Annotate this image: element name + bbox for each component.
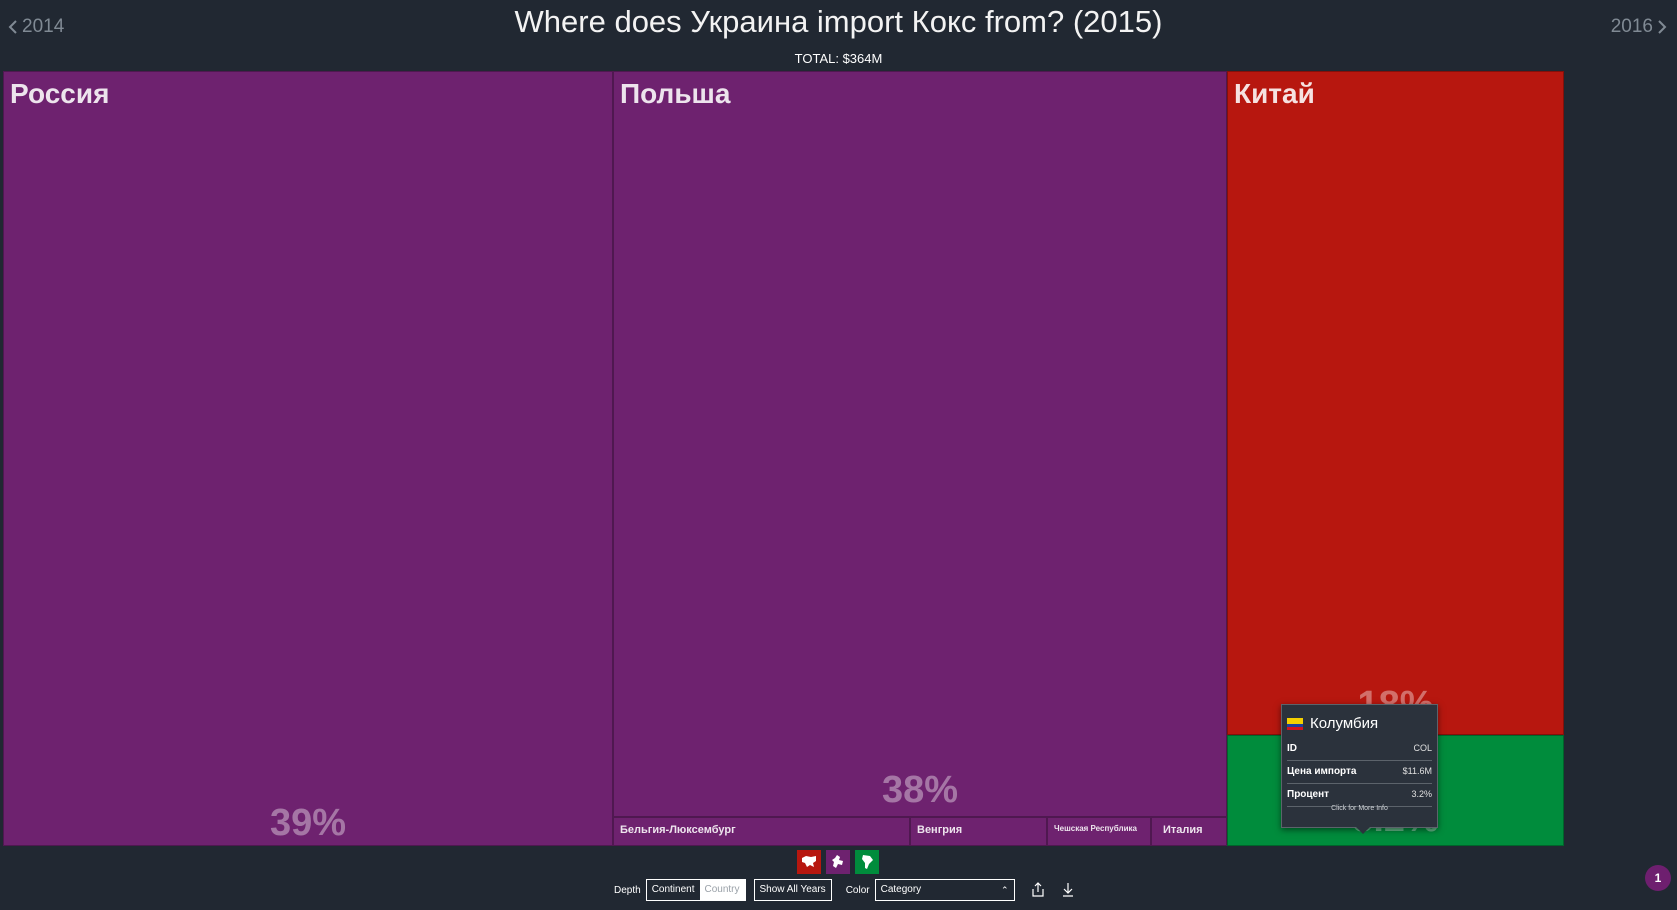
tile-percent: 39%	[269, 802, 347, 844]
tooltip: Колумбия ID COL Цена импорта $11.6M Проц…	[1281, 704, 1438, 834]
europe-icon[interactable]	[826, 850, 850, 874]
tooltip-value: 3.2%	[1411, 789, 1432, 799]
tile-label: Венгрия	[917, 824, 963, 836]
page-title: Where does Украина import Кокс from? (20…	[514, 4, 1163, 39]
tile-percent: 38%	[881, 769, 959, 811]
tile-label: Чешская Республика	[1054, 824, 1137, 833]
share-icon[interactable]	[1029, 881, 1047, 899]
tile-label: Польша	[620, 78, 731, 109]
notification-badge[interactable]: 1	[1645, 865, 1671, 891]
next-year-label: 2016	[1610, 16, 1653, 37]
show-all-years-button[interactable]: Show All Years	[753, 879, 832, 901]
south-america-icon[interactable]	[855, 850, 879, 874]
total-label: TOTAL: $364M	[794, 51, 883, 66]
tile-Бельгия-Люксембург[interactable]: Бельгия-Люксембург	[613, 817, 910, 846]
depth-toggle: Continent Country	[645, 879, 746, 901]
tile-Китай[interactable]: Китай18%	[1227, 71, 1564, 735]
tooltip-key: Цена импорта	[1287, 766, 1357, 777]
controls-bar: Depth Continent Country Show All Years C…	[614, 879, 1089, 901]
tile-label: Италия	[1163, 824, 1203, 836]
asia-icon[interactable]	[797, 850, 821, 874]
tile-Чешская Республика[interactable]: Чешская Республика	[1047, 817, 1151, 846]
tooltip-country: Колумбия	[1310, 715, 1379, 732]
tooltip-row-import-price: Цена импорта $11.6M	[1287, 761, 1432, 784]
tooltip-key: Процент	[1287, 789, 1330, 800]
chevron-up-icon: ⌃	[1001, 885, 1009, 895]
tile-Венгрия[interactable]: Венгрия	[910, 817, 1047, 846]
color-select[interactable]: Category ⌃	[874, 879, 1015, 901]
tile-Италия[interactable]: Италия	[1151, 817, 1227, 846]
tooltip-value: COL	[1413, 743, 1432, 753]
next-year-button[interactable]: 2016	[1611, 16, 1667, 38]
tile-label: Бельгия-Люксембург	[620, 824, 736, 836]
tooltip-row-id: ID COL	[1287, 738, 1432, 761]
tile-label: Россия	[10, 78, 110, 109]
depth-option-country[interactable]: Country	[699, 880, 745, 900]
tile-Польша[interactable]: Польша 38%	[613, 71, 1227, 817]
tooltip-more-info-link[interactable]: Click for More Info	[1282, 805, 1437, 812]
tooltip-row-percent: Процент 3.2%	[1287, 784, 1432, 807]
colombia-flag-icon	[1287, 717, 1303, 730]
color-label: Color	[845, 884, 870, 896]
tile-label: Китай	[1234, 78, 1315, 109]
depth-option-continent[interactable]: Continent	[646, 880, 700, 900]
download-icon[interactable]	[1059, 881, 1077, 899]
tooltip-key: ID	[1287, 743, 1297, 754]
tile-Россия[interactable]: Россия 39%	[3, 71, 613, 846]
category-legend	[797, 850, 879, 874]
chevron-right-icon	[1658, 20, 1667, 34]
tooltip-value: $11.6M	[1402, 766, 1432, 776]
color-select-value: Category	[880, 884, 922, 895]
depth-label: Depth	[614, 884, 641, 896]
